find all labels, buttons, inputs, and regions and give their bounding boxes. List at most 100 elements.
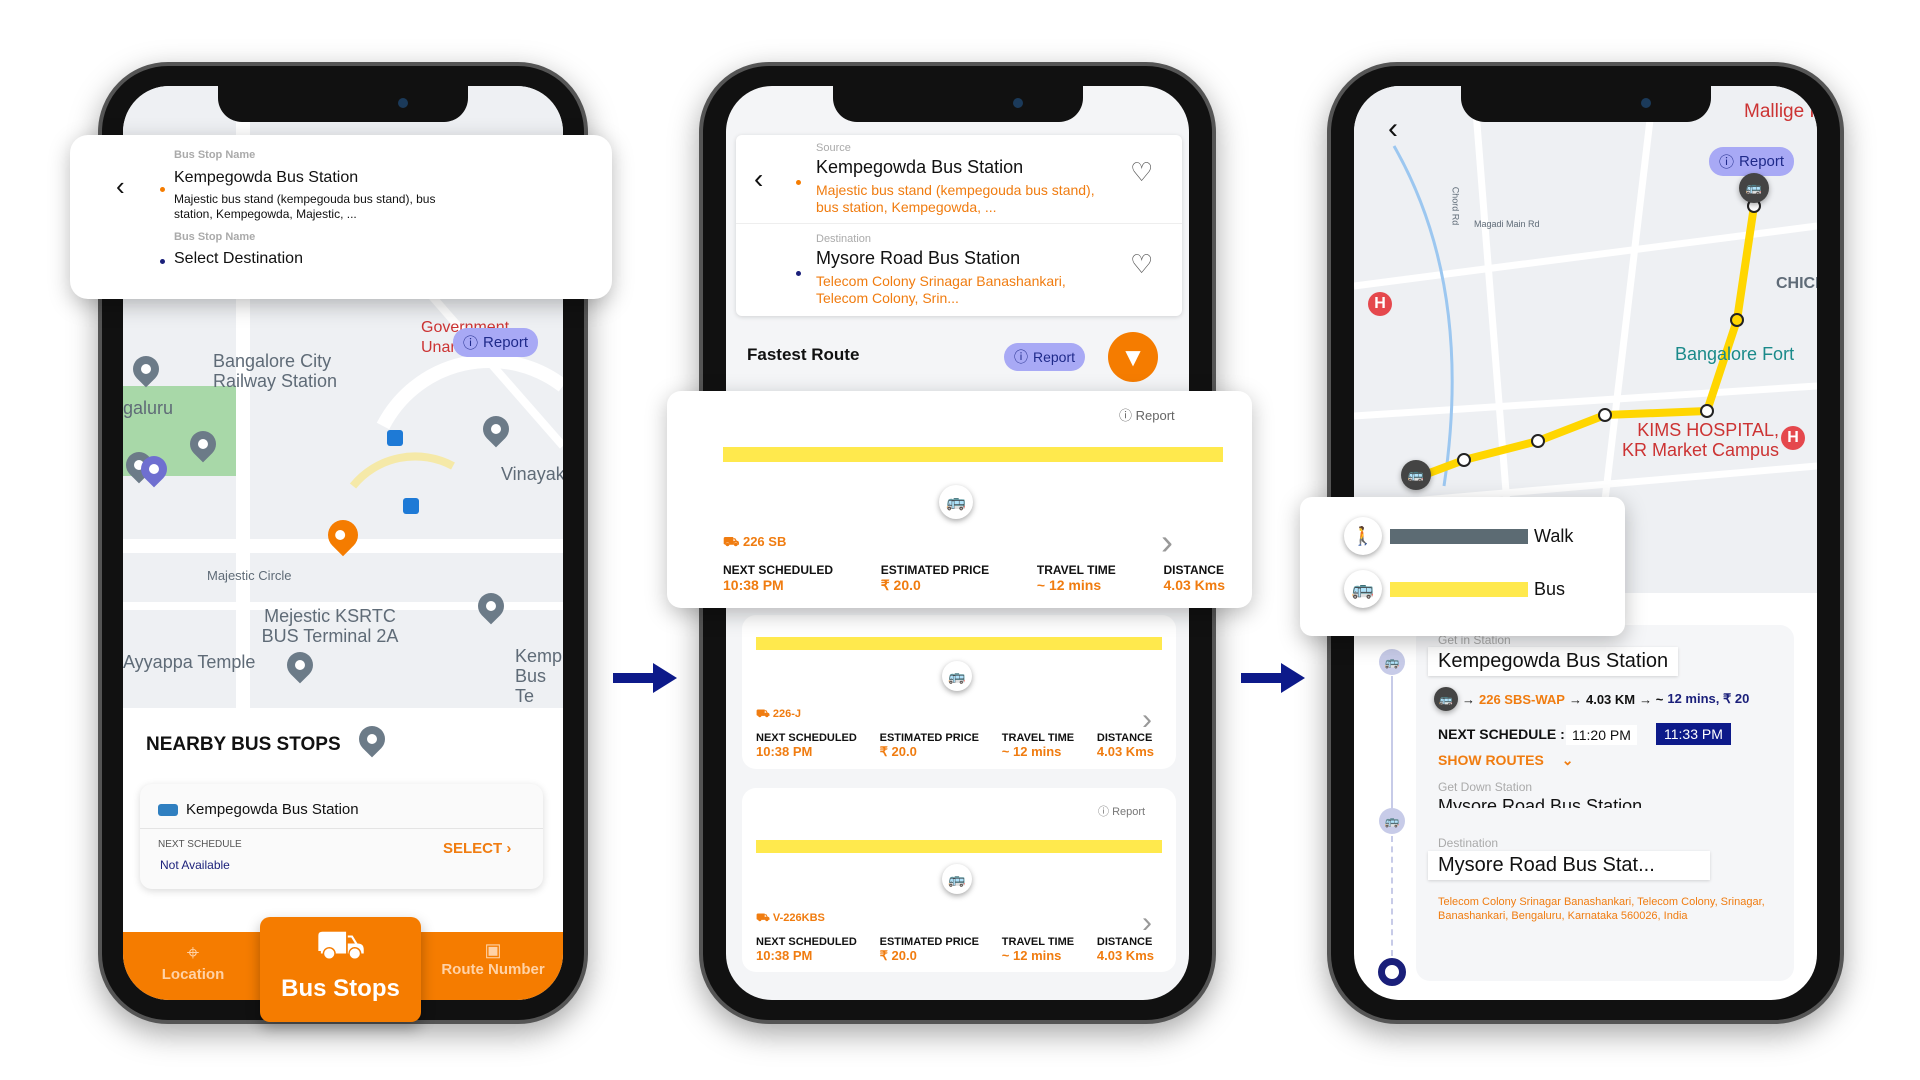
divider <box>140 828 543 829</box>
info-icon: ⓘ <box>1719 154 1735 171</box>
favorite-dest-icon[interactable]: ♡ <box>1130 249 1153 280</box>
trip-eta-fare: 12 mins, ₹ 20 <box>1667 691 1750 706</box>
map-label: Bangalore City Railway Station <box>213 351 338 391</box>
chevron-down-icon: ⌄ <box>1561 752 1574 768</box>
nearby-title: NEARBY BUS STOPS <box>146 734 341 755</box>
travel-time: ~ 12 mins <box>1001 744 1062 759</box>
walk-icon: 🚶 <box>1344 517 1382 555</box>
destination-label: Destination <box>1438 836 1499 850</box>
distance: 4.03 Kms <box>1163 577 1225 593</box>
route-bus-icon: ▣ <box>484 940 502 960</box>
next-schedule-label: NEXT SCHEDULE : <box>1438 726 1565 742</box>
estimated-price: ₹ 20.0 <box>879 948 917 963</box>
timeline-bus-icon: 🚌 <box>1379 649 1405 675</box>
divider <box>736 223 1182 224</box>
back-button[interactable]: ‹ <box>754 163 763 195</box>
bus-stop-marker-icon[interactable] <box>403 498 419 514</box>
filter-icon: ▼ <box>1120 342 1146 372</box>
report-button[interactable]: ⓘ Report <box>1709 147 1795 176</box>
route-stats: NEXT SCHEDULED 10:38 PM ESTIMATED PRICE ₹ … <box>756 732 1154 760</box>
dest-dot <box>160 259 165 264</box>
back-button[interactable]: ‹ <box>116 171 125 202</box>
timeline-dashed-line <box>1391 836 1393 956</box>
travel-time: ~ 12 mins <box>1001 948 1062 963</box>
dest-name[interactable]: Mysore Road Bus Station <box>816 248 1020 269</box>
dest-address: Telecom Colony Srinagar Banashankari, Te… <box>816 273 1066 306</box>
report-link[interactable]: ⓘ Report <box>1119 405 1175 424</box>
estimated-price: ₹ 20.0 <box>879 744 917 759</box>
back-button[interactable]: ‹ <box>1388 112 1398 146</box>
schedule-value: Not Available <box>160 858 230 872</box>
source-name[interactable]: Kempegowda Bus Station <box>174 169 358 187</box>
stat-label: ESTIMATED PRICE <box>879 732 980 744</box>
walk-legend-label: Walk <box>1534 526 1574 546</box>
bus-segment-bar <box>756 637 1162 650</box>
stat-label: NEXT SCHEDULED <box>756 732 857 744</box>
notch <box>218 86 468 122</box>
walk-legend-bar <box>1390 529 1528 544</box>
route-card[interactable]: 🚌 ⛟ 226-J › NEXT SCHEDULED 10:38 PM ESTIM… <box>742 615 1176 769</box>
route-stats: NEXT SCHEDULED 10:38 PM ESTIMATED PRICE ₹ … <box>723 563 1225 594</box>
bus-stop-icon: ⛟ <box>315 923 366 967</box>
fastest-route-card[interactable]: ⓘ Report 🚌 ⛟ 226 SB › NEXT SCHEDULED 10:3… <box>667 391 1252 608</box>
route-number: ⛟ 226 SB <box>723 534 787 549</box>
stop-name: Kempegowda Bus Station <box>186 801 359 818</box>
chevron-right-icon[interactable]: › <box>1142 906 1152 940</box>
bus-icon: 🚌 <box>942 661 972 691</box>
route-card[interactable]: ⓘ Report 🚌 ⛟ V-226KBS › NEXT SCHEDULED 10… <box>742 788 1176 972</box>
map-label: Bangalore Fort <box>1675 344 1795 364</box>
bus-legend-bar <box>1390 582 1528 597</box>
route-number: ⛟ V-226KBS <box>756 912 825 924</box>
map-label: Mallige H <box>1744 101 1817 122</box>
stat-label: ESTIMATED PRICE <box>880 563 990 577</box>
stat-label: NEXT SCHEDULED <box>723 563 834 577</box>
stat-label: TRAVEL TIME <box>1036 563 1116 577</box>
end-bus-marker-icon: 🚌 <box>1739 173 1769 203</box>
start-bus-marker-icon: 🚌 <box>1401 460 1431 490</box>
select-button[interactable]: SELECT › <box>443 840 511 857</box>
route-stats: NEXT SCHEDULED 10:38 PM ESTIMATED PRICE ₹ … <box>756 936 1154 964</box>
next-scheduled: 10:38 PM <box>723 577 784 593</box>
report-link[interactable]: ⓘ Report <box>1098 803 1145 819</box>
get-down-label: Get Down Station <box>1438 780 1533 794</box>
route-legend: 🚶 Walk 🚌 Bus <box>1300 497 1625 636</box>
nearby-stop-card[interactable]: Kempegowda Bus Station NEXT SCHEDULE Not… <box>140 784 543 889</box>
schedule-time-selected[interactable]: 11:33 PM <box>1656 723 1731 745</box>
next-scheduled: 10:38 PM <box>756 744 813 759</box>
report-button[interactable]: ⓘ Report <box>1004 343 1086 371</box>
report-button[interactable]: ⓘ Report <box>453 328 539 357</box>
notch <box>832 86 1083 122</box>
estimated-price: ₹ 20.0 <box>880 577 921 593</box>
trip-card: Get in Station Kempegowda Bus Station 🚌 … <box>1416 625 1794 837</box>
nav-bus-stops-active[interactable]: ⛟ Bus Stops <box>260 917 421 1022</box>
bus-stop-marker-icon[interactable] <box>387 430 403 446</box>
stat-label: TRAVEL TIME <box>1001 732 1075 744</box>
travel-time: ~ 12 mins <box>1036 577 1102 593</box>
bus-icon <box>158 804 178 816</box>
route-number: ⛟ 226-J <box>756 708 802 720</box>
notch <box>1460 86 1711 122</box>
show-routes-toggle[interactable]: SHOW ROUTES ⌄ <box>1438 752 1574 769</box>
nav-location[interactable]: ⌖ Location <box>143 940 243 983</box>
distance: 4.03 Kms <box>1096 948 1154 963</box>
map-label: Magadi Main Rd <box>1474 219 1540 229</box>
nav-route-number[interactable]: ▣ Route Number <box>423 940 563 978</box>
bus-legend-label: Bus <box>1534 579 1566 599</box>
dest-label: Bus Stop Name <box>174 231 256 243</box>
favorite-source-icon[interactable]: ♡ <box>1130 157 1153 188</box>
map-label: Majestic Circle <box>207 568 292 583</box>
bus-segment-bar <box>723 447 1223 462</box>
source-dot <box>796 180 801 185</box>
chevron-right-icon[interactable]: › <box>1161 521 1173 563</box>
hospital-pin-icon: H <box>1368 292 1392 316</box>
bus-icon: 🚌 <box>1344 570 1382 608</box>
filter-button[interactable]: ▼ <box>1108 332 1158 382</box>
stat-label: DISTANCE <box>1163 563 1224 577</box>
destination-card: Destination Mysore Road Bus Stat... Tele… <box>1416 808 1794 981</box>
timeline-bus-icon: 🚌 <box>1379 808 1405 834</box>
destination-input[interactable]: Select Destination <box>174 250 303 268</box>
source-label: Source <box>816 142 851 154</box>
schedule-time[interactable]: 11:20 PM <box>1566 725 1637 745</box>
stat-label: DISTANCE <box>1096 732 1153 744</box>
source-name[interactable]: Kempegowda Bus Station <box>816 157 1023 178</box>
